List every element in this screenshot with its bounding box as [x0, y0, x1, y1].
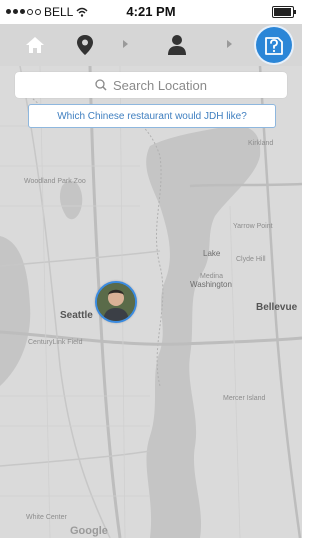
map-label-lake: Lake [203, 249, 221, 258]
person-button[interactable] [160, 28, 194, 62]
chevron-right-icon [227, 40, 232, 48]
search-icon [95, 79, 107, 91]
map-label-kirkland: Kirkland [248, 140, 274, 147]
map-view[interactable]: Kirkland Woodland Park Zoo Yarrow Point … [0, 66, 302, 538]
location-button[interactable] [68, 28, 102, 62]
help-button[interactable] [256, 27, 292, 63]
app-screen: BELL 4:21 PM Kirkland Woodland Park Zoo … [0, 0, 302, 538]
person-icon [168, 35, 186, 55]
google-logo: Google [70, 525, 108, 537]
home-button[interactable] [18, 28, 52, 62]
map-label-washington: Washington [190, 280, 232, 289]
search-placeholder: Search Location [113, 77, 207, 93]
map-label-medina: Medina [200, 273, 223, 280]
map-label-woodland: Woodland Park Zoo [24, 178, 86, 185]
search-location-input[interactable]: Search Location [15, 72, 287, 98]
user-photo [97, 283, 135, 321]
map-label-mercer-island: Mercer Island [223, 395, 266, 402]
home-icon [26, 37, 44, 53]
map-label-yarrow-point: Yarrow Point [233, 223, 273, 230]
chevron-right-icon [123, 40, 128, 48]
status-bar: BELL 4:21 PM [0, 0, 302, 24]
map-label-seattle: Seattle [60, 310, 93, 321]
question-icon [265, 37, 283, 55]
battery-icon [272, 6, 296, 18]
map-label-white-center: White Center [26, 514, 67, 521]
location-pin-icon [77, 35, 93, 55]
map-label-clyde-hill: Clyde Hill [236, 256, 266, 263]
map-label-bellevue: Bellevue [256, 302, 298, 313]
user-location-avatar[interactable] [95, 281, 137, 323]
top-nav-bar [0, 24, 302, 66]
map-label-centurylink: CenturyLink Field [28, 339, 83, 346]
question-prompt[interactable]: Which Chinese restaurant would JDH like? [28, 104, 276, 128]
status-time: 4:21 PM [126, 4, 176, 19]
